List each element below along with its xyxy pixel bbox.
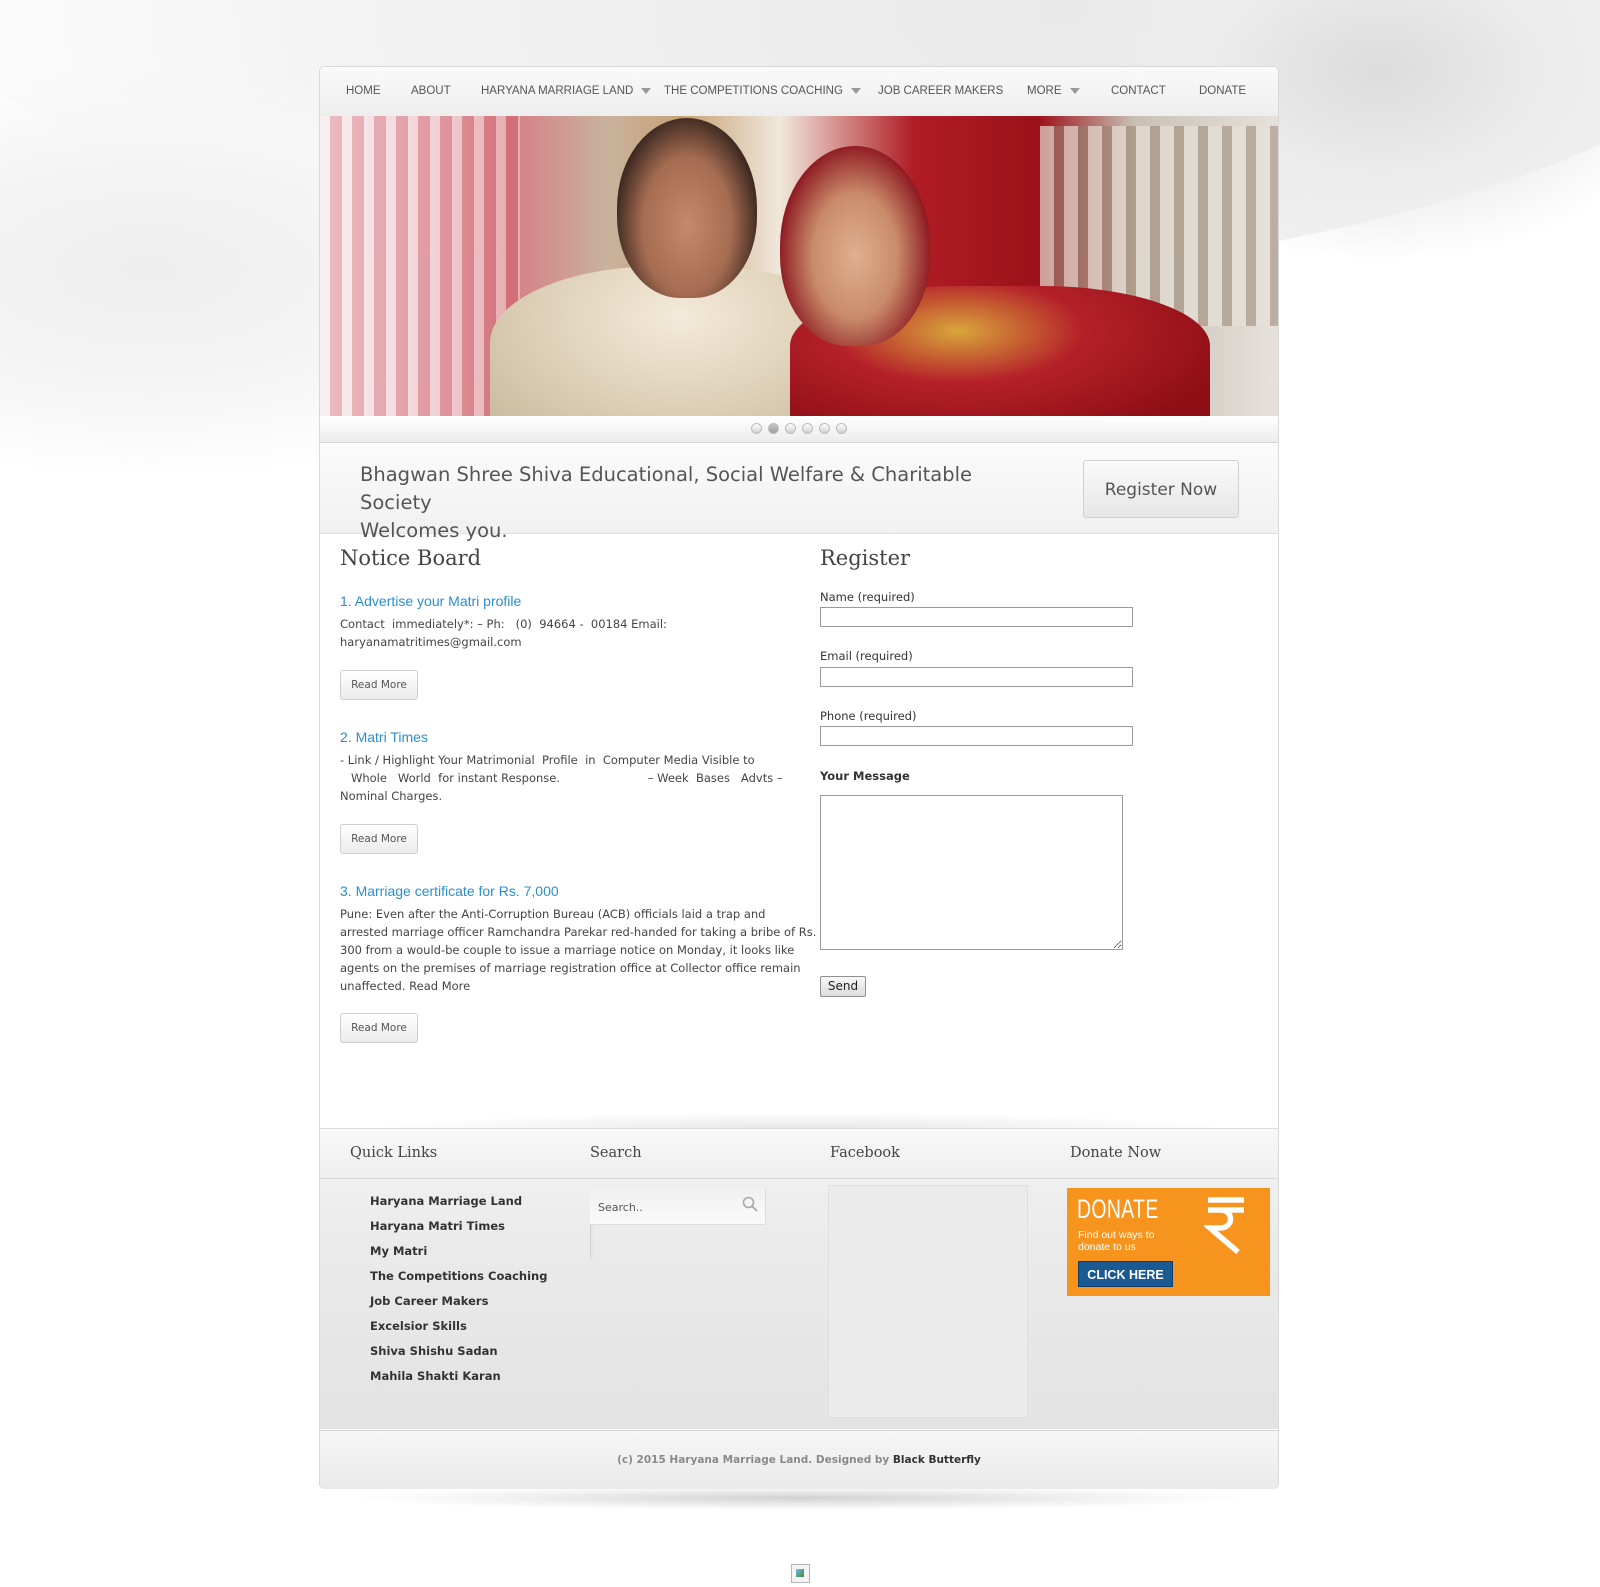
search-input[interactable] bbox=[598, 1198, 728, 1216]
quick-link-item[interactable]: My Matri bbox=[370, 1244, 427, 1258]
phone-field[interactable] bbox=[820, 726, 1133, 746]
welcome-text: Bhagwan Shree Shiva Educational, Social … bbox=[360, 463, 973, 542]
nav-job-career-makers[interactable]: JOB CAREER MAKERS bbox=[878, 67, 1003, 116]
quick-link-item[interactable]: Job Career Makers bbox=[370, 1294, 488, 1308]
copyright-text: (c) 2015 Haryana Marriage Land. Designed… bbox=[617, 1454, 981, 1466]
message-textarea[interactable] bbox=[820, 795, 1123, 950]
chevron-down-icon bbox=[1069, 87, 1080, 94]
nav-haryana-marriage-land[interactable]: HARYANA MARRIAGE LAND bbox=[481, 67, 652, 116]
slider-pagination-bar bbox=[320, 416, 1278, 443]
broken-image-icon bbox=[791, 1564, 810, 1583]
quick-link-item[interactable]: Excelsior Skills bbox=[370, 1319, 467, 1333]
phone-label: Phone (required) bbox=[820, 709, 917, 723]
nav-donate[interactable]: DONATE bbox=[1199, 67, 1246, 116]
email-label: Email (required) bbox=[820, 649, 913, 663]
search-box bbox=[590, 1188, 766, 1225]
quick-link-item[interactable]: The Competitions Coaching bbox=[370, 1269, 547, 1283]
register-now-button[interactable]: Register Now bbox=[1083, 460, 1239, 518]
notice-board-title: Notice Board bbox=[340, 546, 482, 570]
hero-slide-image bbox=[320, 116, 1278, 416]
donate-banner-title: DONATE bbox=[1077, 1194, 1159, 1224]
footer-heading-band: Quick Links Search Facebook Donate Now bbox=[320, 1129, 1278, 1179]
register-title: Register bbox=[820, 546, 911, 570]
read-more-button[interactable]: Read More bbox=[340, 1013, 418, 1043]
name-label: Name (required) bbox=[820, 590, 915, 604]
search-icon[interactable] bbox=[741, 1195, 759, 1213]
facebook-heading: Facebook bbox=[830, 1145, 900, 1161]
nav-home[interactable]: HOME bbox=[346, 67, 381, 116]
main-nav: HOME ABOUT HARYANA MARRIAGE LAND THE COM… bbox=[320, 67, 1278, 117]
slider-dot[interactable] bbox=[802, 423, 813, 434]
nav-contact[interactable]: CONTACT bbox=[1111, 67, 1166, 116]
nav-competitions-coaching[interactable]: THE COMPETITIONS COACHING bbox=[664, 67, 861, 116]
slider-dot[interactable] bbox=[751, 423, 762, 434]
slider-dot-active[interactable] bbox=[768, 423, 779, 434]
send-button[interactable]: Send bbox=[820, 976, 866, 997]
donate-now-heading: Donate Now bbox=[1070, 1145, 1162, 1161]
notice-body-1: Contact immediately*: – Ph: (0) 94664 - … bbox=[340, 617, 667, 649]
donate-banner[interactable]: DONATE Find out ways to donate to us CLI… bbox=[1067, 1188, 1270, 1296]
chevron-down-icon bbox=[850, 87, 861, 94]
notice-title-2[interactable]: 2. Matri Times bbox=[340, 729, 428, 745]
copyright-bar: (c) 2015 Haryana Marriage Land. Designed… bbox=[320, 1430, 1278, 1489]
search-divider bbox=[590, 1225, 594, 1259]
read-more-button[interactable]: Read More bbox=[340, 670, 418, 700]
page-shadow bbox=[360, 1486, 1240, 1510]
slider-dot[interactable] bbox=[785, 423, 796, 434]
page-container: HOME ABOUT HARYANA MARRIAGE LAND THE COM… bbox=[319, 66, 1279, 1489]
footer-shadow bbox=[360, 1113, 1240, 1129]
facebook-widget bbox=[828, 1185, 1028, 1418]
email-field[interactable] bbox=[820, 667, 1133, 687]
read-more-button[interactable]: Read More bbox=[340, 824, 418, 854]
quick-link-item[interactable]: Mahila Shakti Karan bbox=[370, 1369, 501, 1383]
click-here-button[interactable]: CLICK HERE bbox=[1078, 1261, 1173, 1287]
message-label: Your Message bbox=[820, 769, 910, 783]
quick-link-item[interactable]: Shiva Shishu Sadan bbox=[370, 1344, 498, 1358]
quick-links-heading: Quick Links bbox=[350, 1145, 438, 1161]
rupee-icon bbox=[1204, 1197, 1244, 1254]
nav-about[interactable]: ABOUT bbox=[411, 67, 451, 116]
chevron-down-icon bbox=[641, 87, 652, 94]
quick-link-item[interactable]: Haryana Matri Times bbox=[370, 1219, 505, 1233]
slider-dot[interactable] bbox=[819, 423, 830, 434]
welcome-banner: Bhagwan Shree Shiva Educational, Social … bbox=[320, 443, 1278, 542]
donate-banner-subtitle: Find out ways to donate to us bbox=[1078, 1229, 1155, 1253]
notice-title-1[interactable]: 1. Advertise your Matri profile bbox=[340, 593, 521, 609]
nav-more[interactable]: MORE bbox=[1027, 67, 1080, 116]
search-heading: Search bbox=[590, 1145, 642, 1161]
quick-link-item[interactable]: Haryana Marriage Land bbox=[370, 1194, 522, 1208]
designer-link[interactable]: Black Butterfly bbox=[893, 1454, 981, 1466]
name-field[interactable] bbox=[820, 607, 1133, 627]
slider-dot[interactable] bbox=[836, 423, 847, 434]
notice-body-3: Pune: Even after the Anti-Corruption Bur… bbox=[340, 907, 817, 993]
notice-title-3[interactable]: 3. Marriage certificate for Rs. 7,000 bbox=[340, 883, 559, 899]
notice-body-2: - Link / Highlight Your Matrimonial Prof… bbox=[340, 753, 783, 803]
footer: Quick Links Search Facebook Donate Now H… bbox=[320, 1128, 1278, 1429]
